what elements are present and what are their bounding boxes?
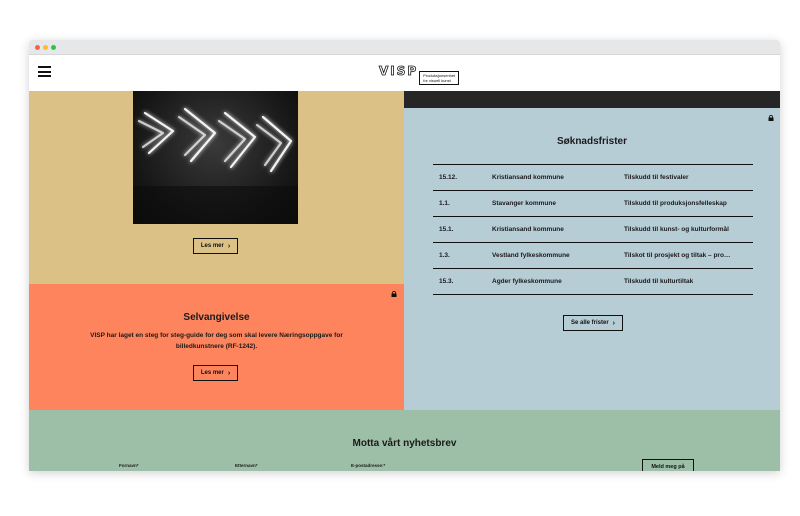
logo-subtitle: Produksjonsenhet for visuell kunst	[419, 71, 460, 85]
deadline-org: Stavanger kommune	[492, 200, 556, 207]
deadline-org: Vestland fylkeskommune	[492, 252, 570, 259]
deadline-row[interactable]: 1.1. Stavanger kommune Tilskudd til prod…	[433, 191, 753, 217]
lock-icon	[768, 115, 774, 121]
site-header: VISP Produksjonsenhet for visuell kunst	[29, 55, 780, 91]
deadline-date: 15.12.	[439, 174, 458, 181]
firstname-label: Fornavn*	[119, 463, 139, 468]
deadlines-list: 15.12. Kristiansand kommune Tilskudd til…	[433, 164, 753, 295]
see-all-deadlines-label: Se alle frister	[570, 320, 609, 326]
deadline-date: 1.1.	[439, 200, 450, 207]
deadline-row[interactable]: 15.3. Agder fylkeskommune Tilskudd til k…	[433, 269, 753, 295]
close-window-button[interactable]	[35, 45, 40, 50]
deadline-date: 15.1.	[439, 226, 454, 233]
subscribe-button[interactable]: Meld meg på	[642, 459, 694, 471]
chevron-right-icon: ›	[612, 319, 616, 327]
deadline-row[interactable]: 1.3. Vestland fylkeskommune Tilskot til …	[433, 243, 753, 269]
selvangivelse-read-more-label: Les mer	[200, 370, 224, 376]
dark-strip	[404, 91, 780, 108]
lock-icon	[391, 291, 397, 297]
email-label: E-postadresse:*	[351, 463, 386, 468]
maximize-window-button[interactable]	[51, 45, 56, 50]
browser-titlebar	[29, 40, 780, 55]
chevron-right-icon: ›	[227, 242, 231, 250]
selvangivelse-panel: Selvangivelse VISP har laget en steg for…	[29, 284, 404, 410]
selvangivelse-text: VISP har laget en steg for steg-guide fo…	[90, 332, 343, 350]
deadline-row[interactable]: 15.12. Kristiansand kommune Tilskudd til…	[433, 165, 753, 191]
browser-window: VISP Produksjonsenhet for visuell kunst	[29, 40, 780, 471]
minimize-window-button[interactable]	[43, 45, 48, 50]
feature-read-more-label: Les mer	[200, 243, 224, 249]
lastname-label: Etternavn*	[235, 463, 258, 468]
feature-panel: Les mer ›	[29, 91, 404, 284]
deadline-grant: Tilskudd til festivaler	[624, 174, 689, 181]
deadlines-panel: Søknadsfrister 15.12. Kristiansand kommu…	[404, 108, 780, 410]
neon-arrows-image	[133, 91, 298, 224]
deadline-grant: Tilskudd til produksjonsfelleskap	[624, 200, 727, 207]
deadline-grant: Tilskot til prosjekt og tiltak – pro…	[624, 252, 731, 259]
logo-text: VISP	[379, 64, 419, 79]
deadline-org: Agder fylkeskommune	[492, 278, 562, 285]
see-all-deadlines-button[interactable]: Se alle frister ›	[563, 315, 623, 331]
newsletter-panel: Motta vårt nyhetsbrev Fornavn* Etternavn…	[29, 410, 780, 471]
deadline-org: Kristiansand kommune	[492, 174, 564, 181]
deadline-date: 1.3.	[439, 252, 450, 259]
selvangivelse-read-more-button[interactable]: Les mer ›	[193, 365, 238, 381]
selvangivelse-title: Selvangivelse	[183, 312, 250, 323]
newsletter-title: Motta vårt nyhetsbrev	[352, 438, 457, 449]
deadline-grant: Tilskudd til kulturtiltak	[624, 278, 694, 285]
deadline-date: 15.3.	[439, 278, 454, 285]
site-logo[interactable]: VISP Produksjonsenhet for visuell kunst	[379, 64, 460, 85]
deadline-grant: Tilskudd til kunst- og kulturformål	[624, 226, 729, 233]
chevron-right-icon: ›	[227, 369, 231, 377]
subscribe-label: Meld meg på	[651, 464, 685, 470]
deadlines-title: Søknadsfrister	[556, 136, 628, 147]
menu-icon[interactable]	[38, 66, 51, 77]
deadline-row[interactable]: 15.1. Kristiansand kommune Tilskudd til …	[433, 217, 753, 243]
deadline-org: Kristiansand kommune	[492, 226, 564, 233]
feature-read-more-button[interactable]: Les mer ›	[193, 238, 238, 254]
main-content: Les mer › Selvangivelse VISP har laget e…	[29, 91, 780, 471]
